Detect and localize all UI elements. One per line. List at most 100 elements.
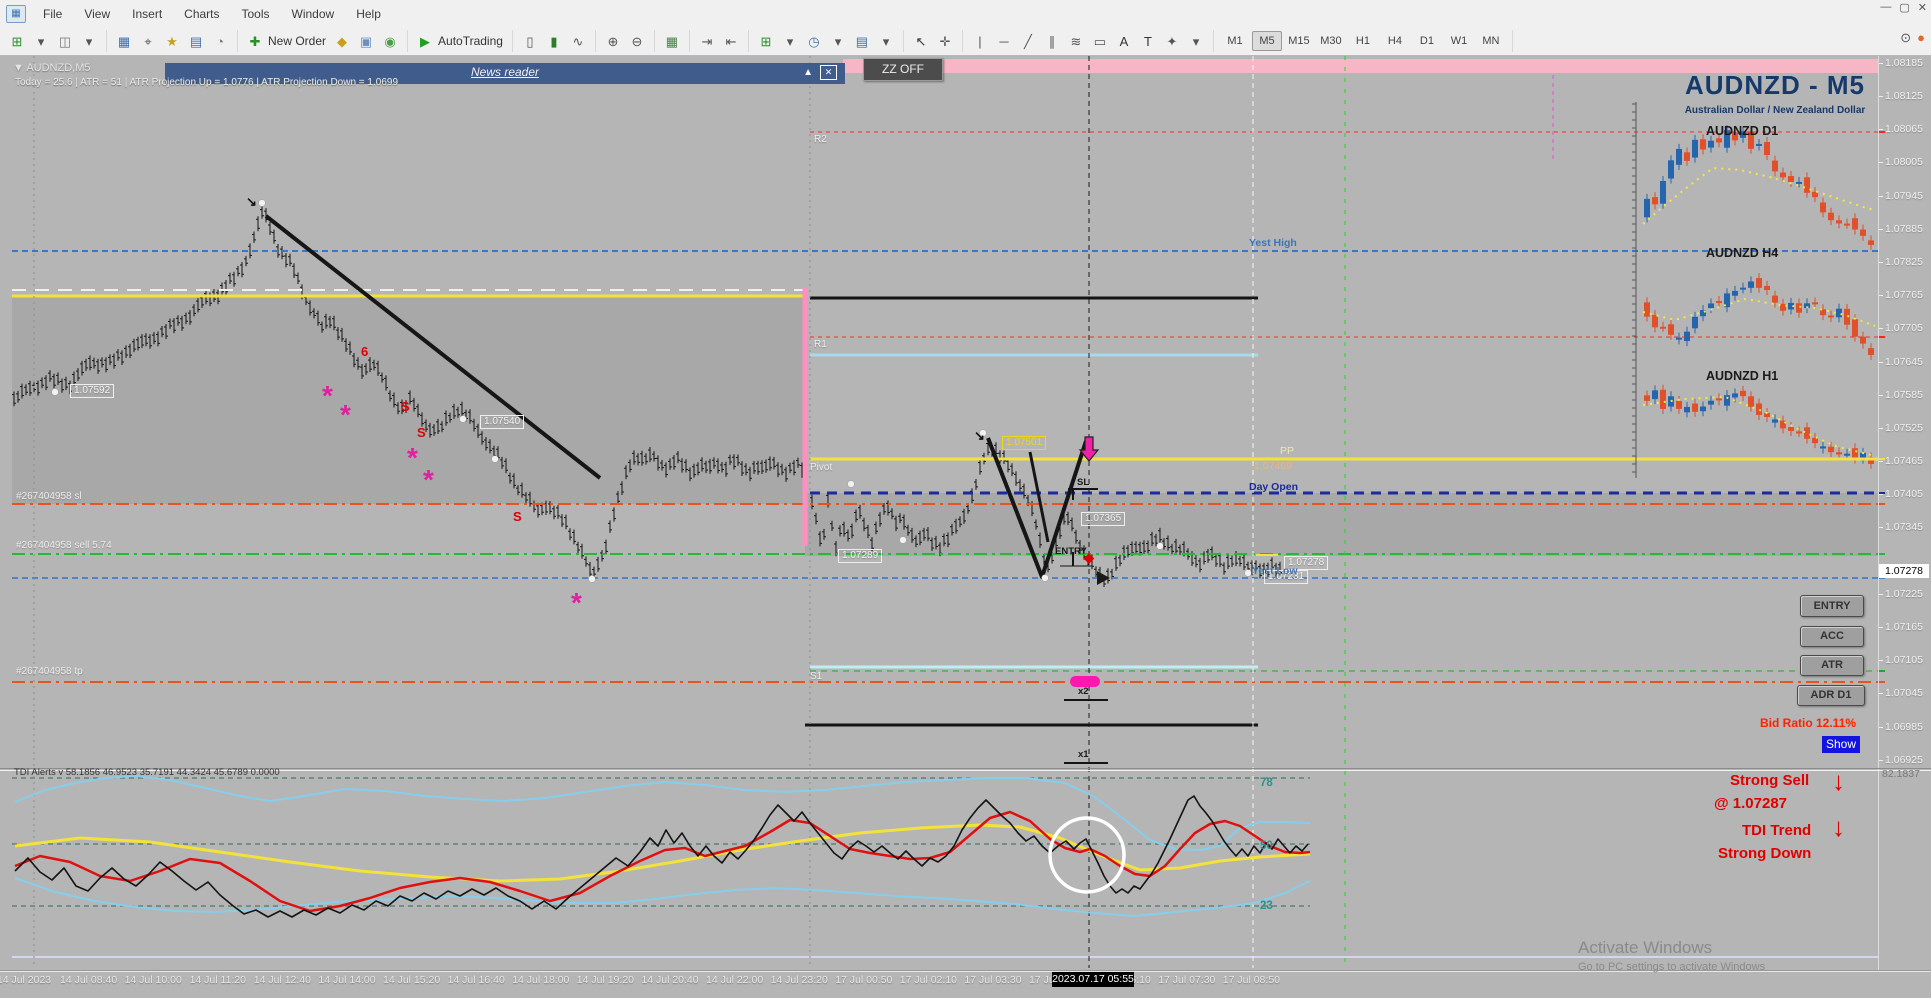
price-tick-mark	[1879, 594, 1883, 595]
maximize-icon[interactable]: ▢	[1899, 1, 1909, 14]
label-icon[interactable]: T	[1136, 31, 1160, 52]
arrow-objects-icon[interactable]: ✦	[1160, 31, 1184, 52]
new-order-icon[interactable]: ✚	[243, 31, 267, 52]
menu-view[interactable]: View	[73, 1, 121, 27]
text-icon[interactable]: A	[1112, 31, 1136, 52]
menu-file[interactable]: File	[32, 1, 73, 27]
chart-label: 1.07501	[1002, 436, 1047, 450]
periods-icon[interactable]: ◷	[802, 31, 826, 52]
time-label: 17 Jul 00:50	[835, 974, 893, 986]
menu-help[interactable]: Help	[345, 1, 392, 27]
chart-label: Pivot	[810, 462, 833, 473]
timeframe-m15[interactable]: M15	[1284, 31, 1314, 51]
time-axis[interactable]: 14 Jul 2023 14 Jul 08:40 14 Jul 10:00 14 Ju…	[0, 970, 1931, 991]
line-chart-icon[interactable]: ∿	[566, 31, 590, 52]
bid-ratio-label: Bid Ratio 12.11%	[1760, 716, 1857, 730]
mini-h4-candle	[1692, 316, 1698, 329]
chart-label: 1.07592	[70, 384, 115, 398]
search-icon[interactable]: ⊙	[1900, 30, 1911, 46]
experts-icon[interactable]: ◆	[330, 31, 354, 52]
timeframe-d1[interactable]: D1	[1412, 31, 1442, 51]
profiles-icon[interactable]: ◫	[53, 31, 77, 52]
chevron-down-icon[interactable]: ▾	[778, 31, 802, 52]
panel-button-atr[interactable]: ATR	[1800, 655, 1864, 676]
menu-window[interactable]: Window	[281, 1, 346, 27]
crosshair-icon[interactable]: ✛	[933, 31, 957, 52]
price-scale[interactable]: 1.08185 1.08125 1.08065 1.08005 1.07945 1.078…	[1878, 55, 1931, 970]
chevron-down-icon[interactable]: ▾	[874, 31, 898, 52]
bars-icon[interactable]: ▯	[518, 31, 542, 52]
mini-d1-candle	[1644, 198, 1650, 218]
time-label: 14 Jul 19:20	[576, 974, 634, 986]
chevron-down-icon[interactable]: ▾	[1184, 31, 1208, 52]
menu-insert[interactable]: Insert	[121, 1, 173, 27]
chevron-down-icon[interactable]: ▾	[826, 31, 850, 52]
timeframe-w1[interactable]: W1	[1444, 31, 1474, 51]
chevron-down-icon[interactable]: ▾	[77, 31, 101, 52]
menu-tools[interactable]: Tools	[231, 1, 281, 27]
auto-scroll-icon[interactable]: ⇥	[695, 31, 719, 52]
terminal-icon[interactable]: ▤	[184, 31, 208, 52]
zoom-in-icon[interactable]: ⊕	[601, 31, 625, 52]
panel-button-entry[interactable]: ENTRY	[1800, 595, 1864, 617]
mini-d1-candle	[1716, 138, 1722, 143]
tile-windows-icon[interactable]: ▦	[660, 31, 684, 52]
zoom-out-icon[interactable]: ⊖	[625, 31, 649, 52]
chart-tab[interactable]: ▼ AUDNZD,M5	[13, 62, 91, 74]
zz-off-button[interactable]: ZZ OFF	[863, 58, 943, 81]
strategy-tester-icon[interactable]: ◔	[208, 31, 232, 52]
subwindow-separator[interactable]	[0, 768, 1931, 769]
publish-icon[interactable]: ▣	[354, 31, 378, 52]
time-label: 14 Jul 12:40	[253, 974, 311, 986]
autotrading-icon[interactable]: ▶	[413, 31, 437, 52]
timeframe-h4[interactable]: H4	[1380, 31, 1410, 51]
timeframe-h1[interactable]: H1	[1348, 31, 1378, 51]
signals-icon[interactable]: ◉	[378, 31, 402, 52]
toolbar-group: ⊕ ⊖	[596, 30, 655, 52]
price-tick-mark	[1879, 63, 1883, 64]
panel-button-adr-d1[interactable]: ADR D1	[1797, 685, 1865, 706]
navigator-icon[interactable]: ★	[160, 31, 184, 52]
trendline-icon[interactable]: ╱	[1016, 31, 1040, 52]
market-watch-icon[interactable]: ▦	[112, 31, 136, 52]
fractal-asterisk: *	[571, 587, 582, 618]
toolbar-group: | ─ ╱ ∥ ≋ ▭ A T ✦ ▾	[963, 30, 1214, 52]
close-icon[interactable]: ✕	[1918, 1, 1927, 14]
autotrading-icon-label[interactable]: AutoTrading	[437, 34, 507, 48]
menu-charts[interactable]: Charts	[173, 1, 230, 27]
timeframe-m30[interactable]: M30	[1316, 31, 1346, 51]
price-tick: 1.08185	[1885, 57, 1923, 69]
fibonacci-icon[interactable]: ≋	[1064, 31, 1088, 52]
timeframe-m5[interactable]: M5	[1251, 31, 1282, 51]
price-tick: 1.07465	[1885, 455, 1923, 467]
community-icon[interactable]: ●	[1917, 30, 1925, 46]
atr-info-line: Today = 25.6 | ATR = 51 | ATR Projection…	[15, 77, 399, 88]
vline-icon[interactable]: |	[968, 31, 992, 52]
hline-icon[interactable]: ─	[992, 31, 1016, 52]
templates-icon[interactable]: ▤	[850, 31, 874, 52]
chevron-down-icon[interactable]: ▾	[29, 31, 53, 52]
chart-shift-icon[interactable]: ⇤	[719, 31, 743, 52]
time-label: 17 Jul 08:50	[1222, 974, 1280, 986]
shapes-icon[interactable]: ▭	[1088, 31, 1112, 52]
channel-icon[interactable]: ∥	[1040, 31, 1064, 52]
cursor-icon[interactable]: ↖	[909, 31, 933, 52]
close-icon[interactable]: ✕	[820, 65, 837, 80]
mini-d1-candle	[1676, 148, 1682, 165]
panel-button-acc[interactable]: ACC	[1800, 626, 1864, 647]
new-order-icon-label[interactable]: New Order	[267, 34, 330, 48]
mini-d1-candle	[1836, 220, 1842, 224]
price-tick-mark	[1879, 627, 1883, 628]
chart-label: TDI Alerts v 58.1856 46.9523 35.7191 44.…	[14, 767, 280, 778]
show-button[interactable]: Show	[1822, 736, 1860, 753]
candles-icon[interactable]: ▮	[542, 31, 566, 52]
timeframe-mn[interactable]: MN	[1476, 31, 1506, 51]
new-chart-icon[interactable]: ⊞	[5, 31, 29, 52]
down-arrow-icon: ↓	[1832, 766, 1845, 796]
collapse-icon[interactable]: ▲	[803, 67, 813, 78]
timeframe-m1[interactable]: M1	[1220, 31, 1250, 51]
minimize-icon[interactable]: —	[1880, 1, 1891, 14]
swing-dot	[258, 199, 266, 207]
data-window-icon[interactable]: ⌖	[136, 31, 160, 52]
indicators-icon[interactable]: ⊞	[754, 31, 778, 52]
